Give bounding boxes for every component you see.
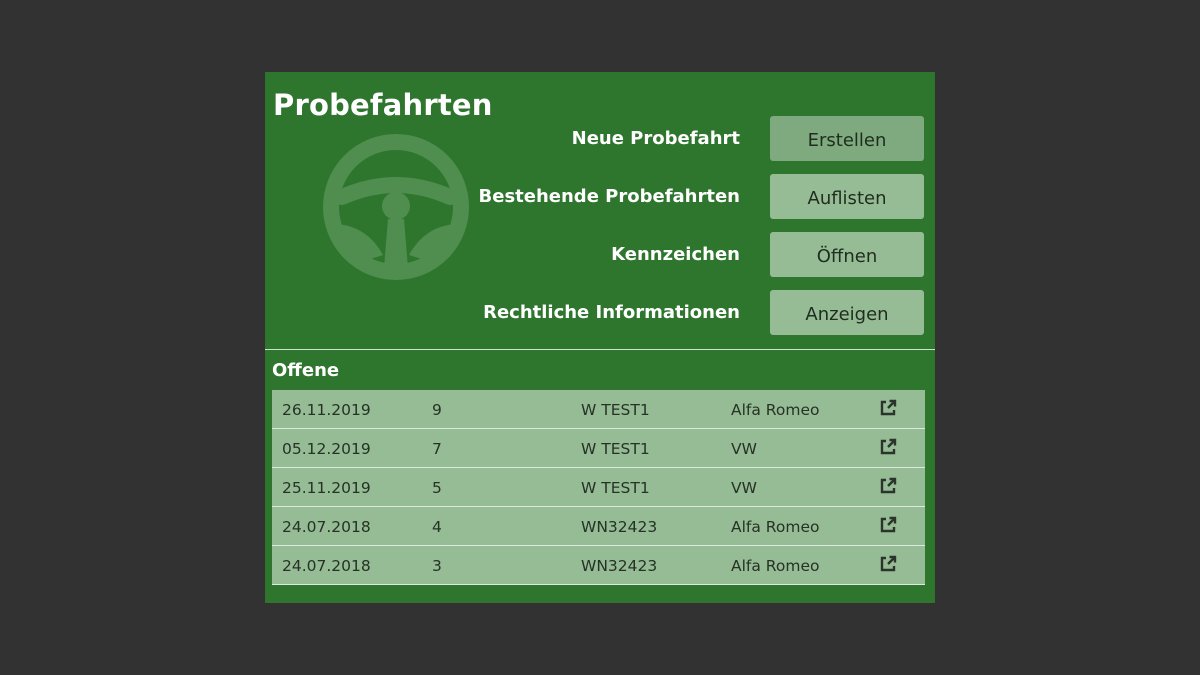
open-section-title: Offene bbox=[272, 360, 340, 381]
external-link-icon[interactable] bbox=[879, 438, 897, 456]
existing-test-drives-row: Bestehende Probefahrten Auflisten bbox=[465, 174, 925, 220]
row-plate: WN32423 bbox=[581, 557, 658, 575]
list-button[interactable]: Auflisten bbox=[770, 174, 924, 219]
table-row[interactable]: 24.07.2018 3 WN32423 Alfa Romeo bbox=[272, 546, 925, 585]
section-divider bbox=[265, 349, 935, 350]
row-plate: WN32423 bbox=[581, 518, 658, 536]
row-brand: VW bbox=[731, 479, 757, 497]
probefahrten-panel: Probefahrten Neue Probefahrt Erstellen B… bbox=[265, 72, 935, 603]
row-number: 5 bbox=[432, 479, 442, 497]
row-date: 24.07.2018 bbox=[282, 518, 371, 536]
row-brand: Alfa Romeo bbox=[731, 518, 820, 536]
row-number: 3 bbox=[432, 557, 442, 575]
row-date: 24.07.2018 bbox=[282, 557, 371, 575]
license-plate-label: Kennzeichen bbox=[611, 244, 740, 265]
license-plate-row: Kennzeichen Öffnen bbox=[465, 232, 925, 278]
row-plate: W TEST1 bbox=[581, 401, 650, 419]
table-row[interactable]: 24.07.2018 4 WN32423 Alfa Romeo bbox=[272, 507, 925, 546]
row-plate: W TEST1 bbox=[581, 440, 650, 458]
row-plate: W TEST1 bbox=[581, 479, 650, 497]
row-brand: Alfa Romeo bbox=[731, 401, 820, 419]
table-row[interactable]: 25.11.2019 5 W TEST1 VW bbox=[272, 468, 925, 507]
external-link-icon[interactable] bbox=[879, 477, 897, 495]
external-link-icon[interactable] bbox=[879, 516, 897, 534]
row-date: 26.11.2019 bbox=[282, 401, 371, 419]
legal-information-label: Rechtliche Informationen bbox=[483, 302, 740, 323]
row-brand: Alfa Romeo bbox=[731, 557, 820, 575]
existing-test-drives-label: Bestehende Probefahrten bbox=[478, 186, 740, 207]
legal-information-row: Rechtliche Informationen Anzeigen bbox=[465, 290, 925, 336]
create-button[interactable]: Erstellen bbox=[770, 116, 924, 161]
row-number: 4 bbox=[432, 518, 442, 536]
page-title: Probefahrten bbox=[273, 88, 493, 122]
external-link-icon[interactable] bbox=[879, 555, 897, 573]
row-number: 7 bbox=[432, 440, 442, 458]
new-test-drive-label: Neue Probefahrt bbox=[571, 128, 740, 149]
open-button[interactable]: Öffnen bbox=[770, 232, 924, 277]
table-row[interactable]: 26.11.2019 9 W TEST1 Alfa Romeo bbox=[272, 390, 925, 429]
row-date: 25.11.2019 bbox=[282, 479, 371, 497]
table-row[interactable]: 05.12.2019 7 W TEST1 VW bbox=[272, 429, 925, 468]
row-date: 05.12.2019 bbox=[282, 440, 371, 458]
show-button[interactable]: Anzeigen bbox=[770, 290, 924, 335]
row-brand: VW bbox=[731, 440, 757, 458]
steering-wheel-icon bbox=[323, 134, 469, 280]
external-link-icon[interactable] bbox=[879, 399, 897, 417]
new-test-drive-row: Neue Probefahrt Erstellen bbox=[465, 116, 925, 162]
open-test-drives-table: 26.11.2019 9 W TEST1 Alfa Romeo 05.12.20… bbox=[272, 390, 925, 585]
row-number: 9 bbox=[432, 401, 442, 419]
